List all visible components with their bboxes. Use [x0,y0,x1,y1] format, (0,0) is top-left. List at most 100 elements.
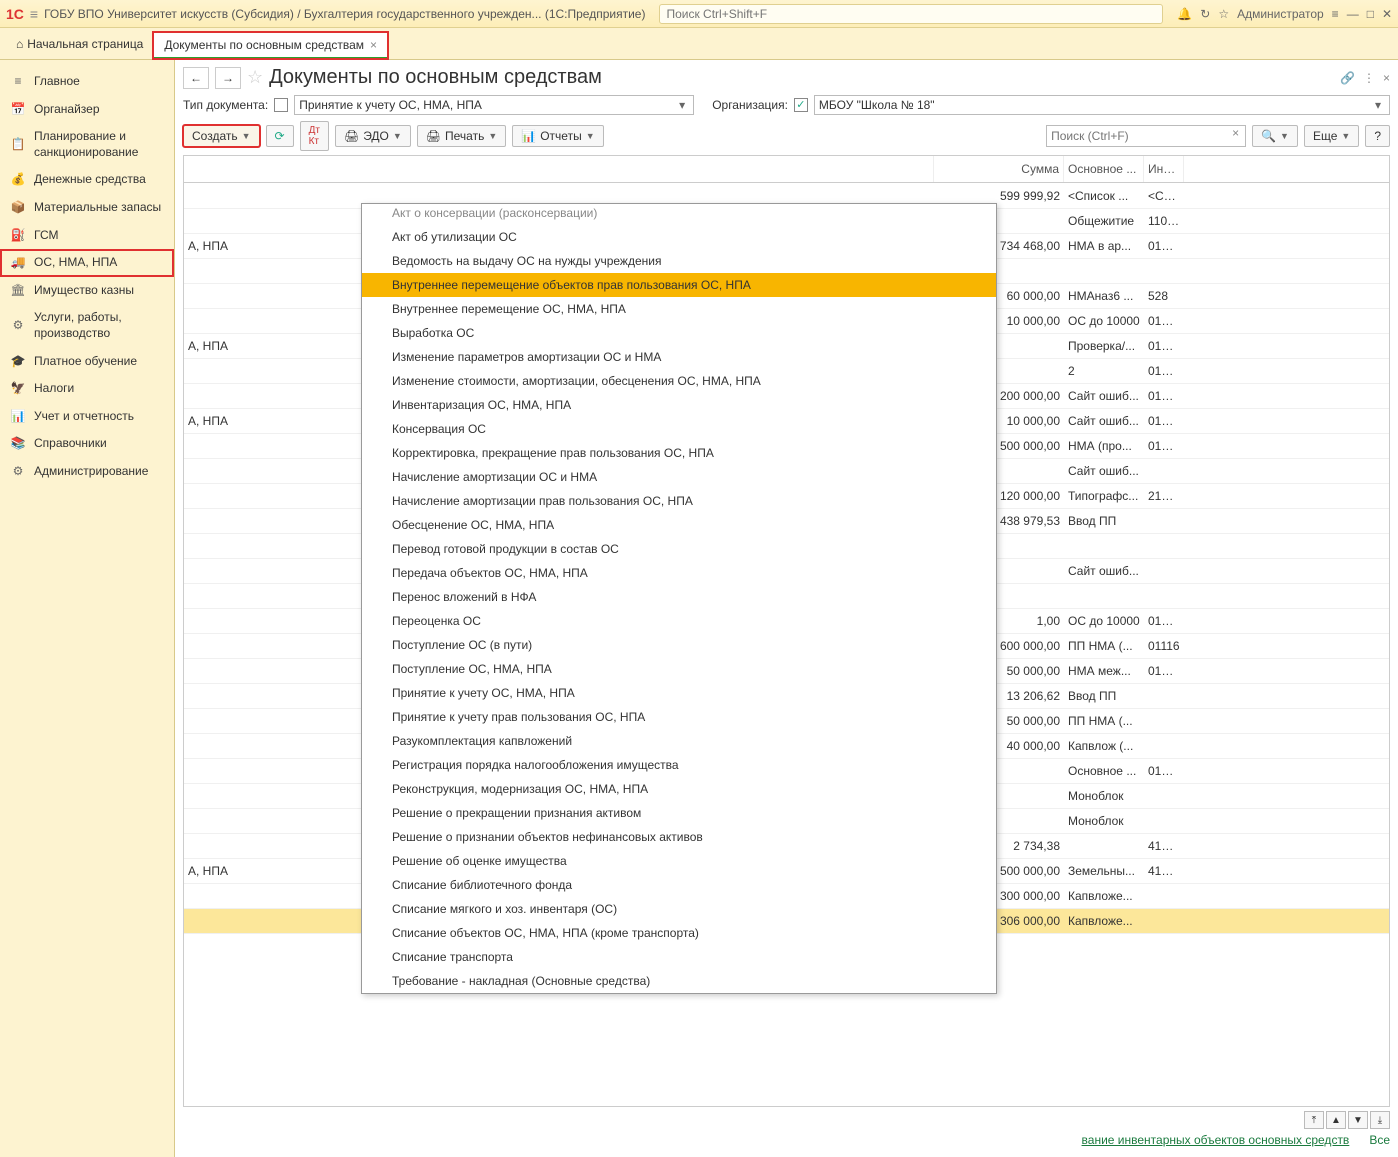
dropdown-item[interactable]: Решение об оценке имущества [362,849,996,873]
dropdown-item[interactable]: Списание транспорта [362,945,996,969]
menu-icon[interactable]: ≡ [30,6,38,22]
dropdown-item[interactable]: Изменение параметров амортизации ОС и НМ… [362,345,996,369]
chevron-down-icon[interactable]: ▾ [675,98,689,112]
dropdown-item[interactable]: Требование - накладная (Основные средств… [362,969,996,993]
sidebar-item-11[interactable]: 📊Учет и отчетность [0,403,174,431]
dropdown-item[interactable]: Акт о консервации (расконсервации) [362,204,996,225]
tab-documents[interactable]: Документы по основным средствам × [153,32,388,59]
dropdown-item[interactable]: Перенос вложений в НФА [362,585,996,609]
print-button[interactable]: 🖨 Печать ▼ [417,125,506,147]
sidebar-item-3[interactable]: 💰Денежные средства [0,166,174,194]
create-button[interactable]: Создать ▼ [183,125,260,147]
star-icon[interactable]: ☆ [1218,7,1229,21]
clear-search-icon[interactable]: × [1226,126,1245,146]
search-dropdown-button[interactable]: 🔍 ▼ [1252,125,1298,147]
dropdown-item[interactable]: Внутреннее перемещение объектов прав пол… [362,273,996,297]
dropdown-item[interactable]: Регистрация порядка налогообложения имущ… [362,753,996,777]
col-os[interactable]: Основное ... [1064,156,1144,182]
sidebar-item-2[interactable]: 📋Планирование и санкционирование [0,123,174,166]
dropdown-item[interactable]: Переоценка ОС [362,609,996,633]
nav-back-button[interactable]: ← [183,67,209,89]
dropdown-item[interactable]: Списание объектов ОС, НМА, НПА (кроме тр… [362,921,996,945]
page-last-button[interactable]: ⤓ [1370,1111,1390,1129]
kebab-icon[interactable]: ⋮ [1363,71,1375,85]
nav-forward-button[interactable]: → [215,67,241,89]
tab-close-icon[interactable]: × [370,38,377,52]
link-icon[interactable]: 🔗 [1340,71,1355,85]
dropdown-item[interactable]: Решение о прекращении признания активом [362,801,996,825]
maximize-icon[interactable]: □ [1367,7,1374,21]
sidebar-item-12[interactable]: 📚Справочники [0,430,174,458]
chevron-down-icon[interactable]: ▾ [1371,98,1385,112]
dk-button[interactable]: ДтКт [300,121,329,151]
sidebar-item-13[interactable]: ⚙Администрирование [0,458,174,486]
sidebar-item-9[interactable]: 🎓Платное обучение [0,348,174,376]
page-up-button[interactable]: ▲ [1326,1111,1346,1129]
sidebar-item-8[interactable]: ⚙Услуги, работы, производство [0,304,174,347]
org-checkbox[interactable] [794,98,808,112]
caret-down-icon: ▼ [1280,131,1289,141]
dropdown-item[interactable]: Поступление ОС (в пути) [362,633,996,657]
dropdown-item[interactable]: Принятие к учету прав пользования ОС, НП… [362,705,996,729]
dropdown-item[interactable]: Списание библиотечного фонда [362,873,996,897]
minimize-icon[interactable]: — [1347,7,1359,21]
dropdown-item[interactable]: Выработка ОС [362,321,996,345]
dropdown-item[interactable]: Инвентаризация ОС, НМА, НПА [362,393,996,417]
cell-inv: 41031 [1144,861,1184,881]
col-document[interactable] [184,156,934,182]
grid-search-input[interactable] [1047,126,1226,146]
org-combo[interactable]: МБОУ "Школа № 18" ▾ [814,95,1390,115]
grid-search[interactable]: × [1046,125,1246,147]
global-search[interactable] [659,4,1163,24]
user-label[interactable]: Администратор [1237,7,1324,21]
create-dropdown[interactable]: Акт о консервации (расконсервации)Акт об… [361,203,997,994]
edo-button[interactable]: 🖨 ЭДО ▼ [335,125,411,147]
sidebar-item-4[interactable]: 📦Материальные запасы [0,194,174,222]
dropdown-item[interactable]: Акт об утилизации ОС [362,225,996,249]
favorite-icon[interactable]: ☆ [247,67,263,88]
doc-type-checkbox[interactable] [274,98,288,112]
dropdown-item[interactable]: Консервация ОС [362,417,996,441]
help-button[interactable]: ? [1365,125,1390,147]
reports-button[interactable]: 📊 Отчеты ▼ [512,125,603,147]
dropdown-item[interactable]: Корректировка, прекращение прав пользова… [362,441,996,465]
more-button[interactable]: Еще ▼ [1304,125,1359,147]
settings-icon[interactable]: ≡ [1332,7,1339,21]
dropdown-item[interactable]: Принятие к учету ОС, НМА, НПА [362,681,996,705]
col-inv[interactable]: Инвен... [1144,156,1184,182]
col-sum[interactable]: Сумма [934,156,1064,182]
footer-all-link[interactable]: Все [1369,1133,1390,1147]
dropdown-item[interactable]: Реконструкция, модернизация ОС, НМА, НПА [362,777,996,801]
cell-os: Сайт ошиб... [1064,386,1144,406]
dropdown-item[interactable]: Списание мягкого и хоз. инвентаря (ОС) [362,897,996,921]
dropdown-item[interactable]: Начисление амортизации ОС и НМА [362,465,996,489]
sidebar-item-1[interactable]: 📅Органайзер [0,96,174,124]
close-icon[interactable]: ✕ [1382,7,1392,21]
sidebar-item-5[interactable]: ⛽ГСМ [0,222,174,250]
dropdown-item[interactable]: Изменение стоимости, амортизации, обесце… [362,369,996,393]
close-page-icon[interactable]: × [1383,71,1390,85]
dropdown-item[interactable]: Ведомость на выдачу ОС на нужды учрежден… [362,249,996,273]
page-first-button[interactable]: ⤒ [1304,1111,1324,1129]
sidebar-item-7[interactable]: 🏛Имущество казны [0,277,174,305]
dropdown-item[interactable]: Поступление ОС, НМА, НПА [362,657,996,681]
dropdown-item[interactable]: Обесценение ОС, НМА, НПА [362,513,996,537]
page-down-button[interactable]: ▼ [1348,1111,1368,1129]
dropdown-item[interactable]: Решение о признании объектов нефинансовы… [362,825,996,849]
sidebar-item-10[interactable]: 🦅Налоги [0,375,174,403]
footer-link[interactable]: вание инвентарных объектов основных сред… [1082,1133,1350,1147]
sidebar-item-0[interactable]: ≡Главное [0,68,174,96]
refresh-button[interactable]: ⟳ [266,125,294,147]
dropdown-item[interactable]: Внутреннее перемещение ОС, НМА, НПА [362,297,996,321]
doc-type-combo[interactable]: Принятие к учету ОС, НМА, НПА ▾ [294,95,694,115]
history-icon[interactable]: ↻ [1200,7,1210,21]
global-search-input[interactable] [659,4,1163,24]
dropdown-item[interactable]: Начисление амортизации прав пользования … [362,489,996,513]
bell-icon[interactable]: 🔔 [1177,7,1192,21]
dropdown-item[interactable]: Передача объектов ОС, НМА, НПА [362,561,996,585]
dropdown-item[interactable]: Разукомплектация капвложений [362,729,996,753]
tab-home[interactable]: ⌂ Начальная страница [6,28,153,59]
sidebar-item-6[interactable]: 🚚ОС, НМА, НПА [0,249,174,277]
dropdown-item[interactable]: Перевод готовой продукции в состав ОС [362,537,996,561]
cell-os: Земельны... [1064,861,1144,881]
